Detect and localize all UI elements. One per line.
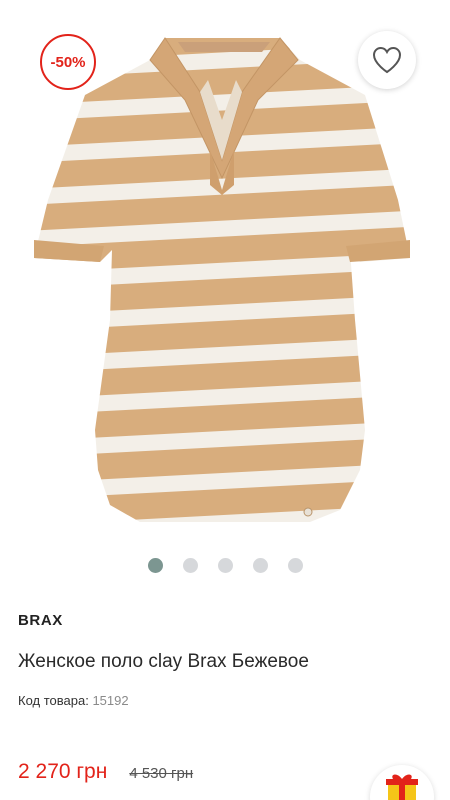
gallery-dot-4[interactable]	[252, 558, 268, 573]
product-code-value: 15192	[92, 693, 129, 708]
heart-icon	[372, 46, 402, 74]
wishlist-button[interactable]	[358, 31, 416, 89]
price-old: 4 530 грн	[129, 765, 194, 782]
gift-icon	[386, 774, 418, 800]
discount-label: -50%	[50, 53, 86, 71]
price-row: 2 270 грн 4 530 грн	[18, 760, 193, 784]
gallery-dot-1[interactable]	[147, 558, 163, 573]
product-code-label: Код товара:	[18, 693, 89, 708]
product-title: Женское поло clay Brax Бежевое	[18, 651, 309, 672]
gallery-pagination	[0, 558, 450, 574]
gallery-dot-2[interactable]	[182, 558, 198, 573]
gallery-dot-5[interactable]	[287, 558, 303, 573]
price-current: 2 270 грн	[18, 760, 108, 783]
gallery-dot-3[interactable]	[217, 558, 233, 573]
brand-name[interactable]: BRAX	[18, 612, 63, 629]
product-gallery[interactable]: -50%	[0, 0, 450, 545]
product-code: Код товара: 15192	[18, 693, 129, 708]
gift-button[interactable]	[370, 765, 434, 800]
discount-badge: -50%	[40, 34, 96, 90]
